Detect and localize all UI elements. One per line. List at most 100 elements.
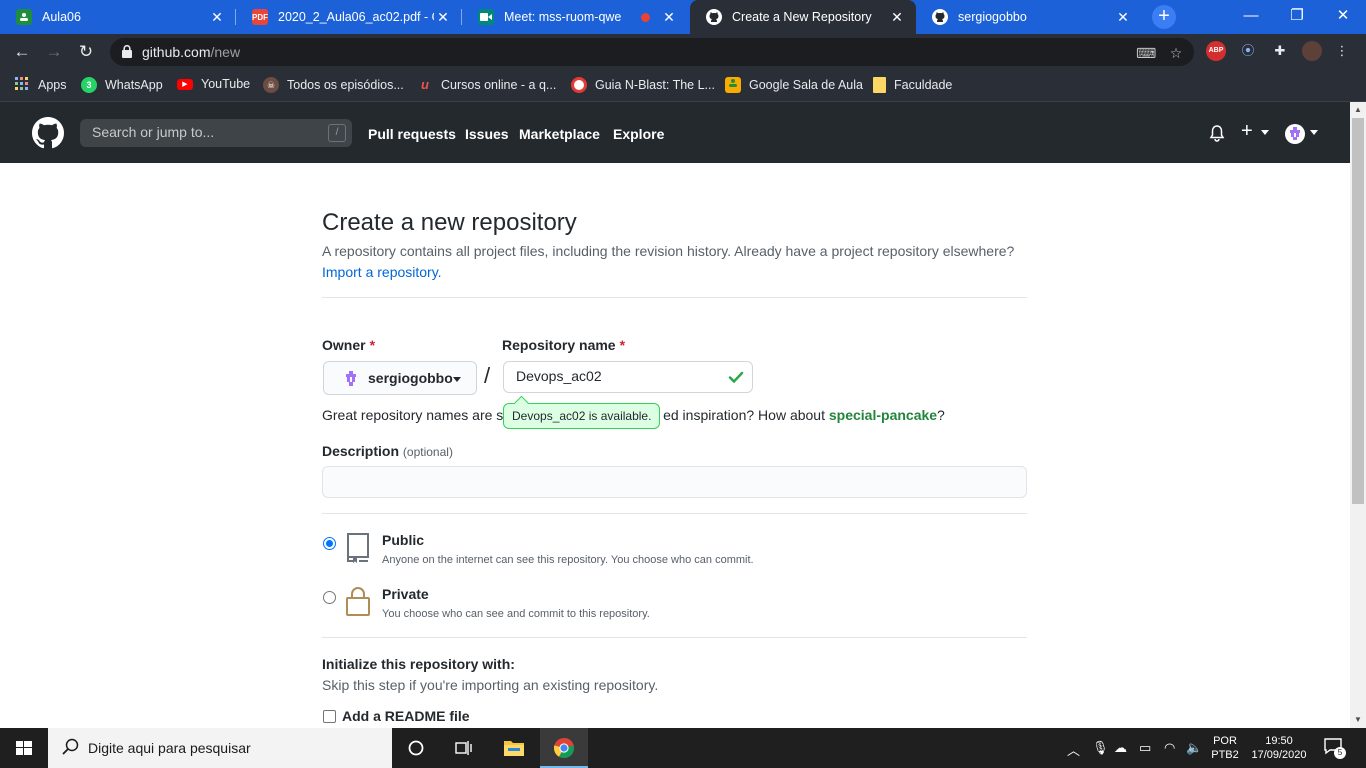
tab-title: 2020_2_Aula06_ac02.pdf - Goo [278, 10, 434, 24]
file-explorer-icon[interactable] [490, 728, 538, 768]
tab-sergiogobbo[interactable]: sergiogobbo ✕ [916, 0, 1142, 34]
wifi-icon[interactable]: ◠ [1164, 740, 1175, 756]
public-option-description: Anyone on the internet can see this repo… [382, 554, 754, 566]
search-placeholder: Search or jump to... [92, 124, 215, 140]
chevron-down-icon[interactable] [1310, 130, 1318, 135]
battery-icon[interactable]: ▭ [1139, 740, 1151, 756]
bookmark-youtube[interactable]: ▶ YouTube [177, 77, 250, 91]
bookmark-guia-nblast[interactable]: Guia N-Blast: The L... [571, 77, 715, 93]
scroll-up-icon[interactable]: ▲ [1350, 102, 1366, 118]
volume-icon[interactable]: 🔈 [1186, 740, 1202, 756]
search-shortcut-key: / [328, 124, 346, 142]
availability-tooltip: Devops_ac02 is available. [503, 403, 661, 429]
owner-dropdown[interactable]: sergiogobbo [323, 361, 477, 395]
windows-start-icon[interactable] [0, 728, 48, 768]
bookmark-star-icon[interactable]: ☆ [1168, 45, 1184, 61]
github-search-input[interactable]: Search or jump to... / [80, 119, 352, 147]
wireless-extension-icon[interactable]: ⦿ [1238, 41, 1258, 61]
address-bar[interactable]: github.com/new ⌨ ☆ [110, 38, 1194, 66]
owner-name: sergiogobbo [368, 370, 453, 386]
extensions-puzzle-icon[interactable]: ✚ [1270, 41, 1290, 61]
create-new-plus-icon[interactable]: + [1241, 120, 1253, 143]
nav-explore[interactable]: Explore [613, 126, 664, 142]
github-logo-icon[interactable] [32, 117, 64, 149]
back-button[interactable]: ← [10, 40, 34, 64]
lock-icon [346, 587, 370, 616]
profile-avatar[interactable] [1302, 41, 1322, 61]
private-radio[interactable] [323, 591, 336, 604]
microphone-icon[interactable]: 🎙 [1092, 740, 1109, 756]
tab-create-repository[interactable]: Create a New Repository ✕ [690, 0, 916, 34]
tab-title: sergiogobbo [958, 10, 1027, 24]
google-classroom-icon [725, 77, 741, 93]
target-icon [571, 77, 587, 93]
system-clock[interactable]: 19:50 17/09/2020 [1246, 734, 1312, 762]
scroll-down-icon[interactable]: ▼ [1350, 712, 1366, 728]
new-tab-button[interactable]: + [1152, 5, 1176, 29]
onedrive-cloud-icon[interactable]: ☁ [1114, 740, 1127, 756]
divider [322, 637, 1027, 638]
close-icon[interactable]: ✕ [434, 9, 452, 26]
notification-center-icon[interactable]: 5 [1324, 738, 1346, 759]
suggested-name-link[interactable]: special-pancake [829, 407, 937, 423]
task-view-icon[interactable] [440, 728, 488, 768]
bookmark-todos-episodios[interactable]: ☠ Todos os episódios... [263, 77, 404, 93]
tab-title: Aula06 [42, 10, 81, 24]
page-title: Create a new repository [322, 209, 577, 236]
tab-title: Meet: mss-ruom-qwe [504, 10, 622, 24]
nav-issues[interactable]: Issues [465, 126, 509, 142]
repository-name-input[interactable]: Devops_ac02 [503, 361, 753, 393]
browser-tab-strip: Aula06 ✕ PDF 2020_2_Aula06_ac02.pdf - Go… [0, 0, 1366, 34]
close-icon[interactable]: ✕ [660, 9, 678, 26]
chevron-down-icon[interactable] [1261, 130, 1269, 135]
add-readme-checkbox[interactable] [323, 710, 336, 723]
notification-bell-icon[interactable] [1209, 125, 1225, 142]
close-icon[interactable]: ✕ [888, 9, 906, 26]
minimize-button[interactable]: — [1228, 0, 1274, 34]
taskbar-search-input[interactable]: Digite aqui para pesquisar [48, 728, 392, 768]
page-subtitle: A repository contains all project files,… [322, 243, 1015, 280]
show-hidden-icons-chevron-icon[interactable]: ︿ [1067, 740, 1080, 759]
close-window-button[interactable]: ✕ [1320, 0, 1366, 34]
search-placeholder: Digite aqui para pesquisar [88, 740, 251, 756]
nav-pull-requests[interactable]: Pull requests [368, 126, 456, 142]
bookmarks-bar: Apps 3 WhatsApp ▶ YouTube ☠ Todos os epi… [0, 70, 1366, 102]
recording-indicator-icon [641, 12, 650, 22]
restore-button[interactable]: ❐ [1274, 0, 1320, 34]
description-label: Description (optional) [322, 443, 453, 459]
scrollbar-thumb[interactable] [1352, 118, 1364, 504]
nav-marketplace[interactable]: Marketplace [519, 126, 600, 142]
bookmark-google-sala-de-aula[interactable]: Google Sala de Aula [725, 77, 863, 93]
input-language-indicator[interactable]: POR PTB2 [1208, 734, 1242, 762]
bookmark-label: YouTube [201, 77, 251, 91]
add-readme-label[interactable]: Add a README file [342, 708, 470, 724]
chrome-taskbar-icon[interactable] [540, 728, 588, 768]
close-icon[interactable]: ✕ [208, 9, 226, 26]
tab-aula06[interactable]: Aula06 ✕ [0, 0, 236, 34]
user-avatar[interactable] [1285, 124, 1305, 144]
lock-icon[interactable] [122, 45, 132, 58]
adblock-plus-icon[interactable]: ABP [1206, 41, 1226, 61]
browser-menu-icon[interactable]: ⋮ [1332, 41, 1352, 61]
import-repository-link[interactable]: Import a repository. [322, 264, 442, 280]
bookmark-whatsapp[interactable]: 3 WhatsApp [81, 77, 163, 93]
translate-icon[interactable]: ⌨ [1136, 45, 1156, 61]
tab-pdf[interactable]: PDF 2020_2_Aula06_ac02.pdf - Goo ✕ [236, 0, 462, 34]
public-option-title: Public [382, 532, 425, 548]
cortana-icon[interactable] [392, 728, 440, 768]
close-icon[interactable]: ✕ [1114, 9, 1132, 26]
pdf-icon: PDF [252, 9, 268, 25]
owner-label: Owner * [322, 337, 376, 353]
bookmark-label: Google Sala de Aula [749, 78, 863, 92]
public-radio[interactable] [323, 537, 336, 550]
page-scrollbar[interactable]: ▲ ▼ [1350, 102, 1366, 728]
divider [322, 513, 1027, 514]
owner-repo-separator: / [484, 363, 491, 388]
description-input[interactable] [322, 466, 1027, 498]
forward-button[interactable]: → [42, 40, 66, 64]
bookmark-apps[interactable]: Apps [14, 77, 67, 93]
tab-meet[interactable]: Meet: mss-ruom-qwe ✕ [462, 0, 688, 34]
reload-button[interactable]: ↻ [74, 40, 98, 64]
bookmark-faculdade[interactable]: Faculdade [873, 77, 952, 93]
bookmark-cursos-online[interactable]: u Cursos online - a q... [417, 77, 556, 93]
